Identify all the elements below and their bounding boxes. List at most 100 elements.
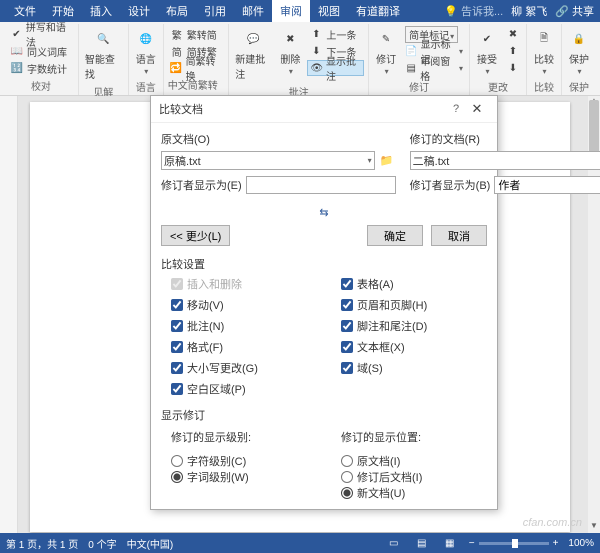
checkbox[interactable]	[171, 362, 183, 374]
radio-input[interactable]	[341, 487, 353, 499]
check-文本框(X)[interactable]: 文本框(X)	[341, 339, 487, 355]
convert-icon: 繁	[170, 27, 184, 41]
compare-settings-right: 表格(A) 页眉和页脚(H) 脚注和尾注(D) 文本框(X) 域(S)	[331, 276, 487, 397]
check-大小写更改(G)[interactable]: 大小写更改(G)	[171, 360, 317, 376]
checkbox[interactable]	[171, 299, 183, 311]
print-layout-button[interactable]: ▤	[413, 536, 431, 550]
spelling-button[interactable]: ✔拼写和语法	[8, 26, 74, 42]
sc-tc-convert-button[interactable]: 🔁简繁转换	[168, 60, 225, 76]
tab-insert[interactable]: 插入	[82, 0, 120, 22]
radio-字词级别(W)[interactable]: 字词级别(W)	[171, 469, 317, 485]
smart-lookup-button[interactable]: 🔍 智能查找	[83, 26, 124, 83]
radio-input[interactable]	[171, 471, 183, 483]
revised-reviser-input[interactable]	[494, 176, 600, 194]
browse-original-button[interactable]: 📁	[378, 152, 396, 170]
radio-修订后文档(I)[interactable]: 修订后文档(I)	[341, 469, 487, 485]
compare-button[interactable]: 🗎 比较▾	[531, 26, 557, 78]
radio-input[interactable]	[171, 455, 183, 467]
radio-input[interactable]	[341, 471, 353, 483]
revised-doc-dropdown[interactable]: 二稿.txt▾	[410, 151, 600, 170]
swap-icon: ⇆	[319, 207, 328, 219]
check-label: 大小写更改(G)	[187, 360, 258, 376]
web-layout-button[interactable]: ▦	[441, 536, 459, 550]
chevron-down-icon: ▾	[542, 67, 546, 76]
check-批注(N)[interactable]: 批注(N)	[171, 318, 317, 334]
checkbox[interactable]	[171, 341, 183, 353]
status-wordcount[interactable]: 0 个字	[88, 536, 116, 551]
accept-button[interactable]: ✔ 接受▾	[474, 26, 500, 78]
wordcount-button[interactable]: 🔢字数统计	[8, 60, 74, 76]
checkbox[interactable]	[341, 299, 353, 311]
radio-原文档(I)[interactable]: 原文档(I)	[341, 453, 487, 469]
status-language[interactable]: 中文(中国)	[127, 536, 174, 551]
less-button[interactable]: << 更少(L)	[161, 225, 230, 246]
read-mode-button[interactable]: ▭	[385, 536, 403, 550]
checkbox[interactable]	[341, 320, 353, 332]
tab-layout[interactable]: 布局	[158, 0, 196, 22]
radio-新文档(U)[interactable]: 新文档(U)	[341, 485, 487, 501]
zoom-thumb[interactable]	[512, 539, 518, 548]
close-button[interactable]: ✕	[465, 101, 489, 117]
radio-label: 字词级别(W)	[187, 469, 249, 485]
prev-change-button[interactable]: ⬆	[504, 43, 522, 59]
cancel-button[interactable]: 取消	[431, 225, 487, 246]
check-label: 插入和删除	[187, 276, 242, 292]
pencil-icon: ✎	[375, 28, 397, 50]
check-脚注和尾注(D)[interactable]: 脚注和尾注(D)	[341, 318, 487, 334]
zoom-track[interactable]	[479, 542, 549, 545]
reject-button[interactable]: ✖	[504, 26, 522, 42]
delete-comment-button[interactable]: ✖ 删除▾	[277, 26, 303, 78]
checkbox[interactable]	[341, 341, 353, 353]
track-changes-button[interactable]: ✎ 修订▾	[373, 26, 399, 78]
new-comment-button[interactable]: 💬 新建批注	[233, 26, 273, 83]
help-button[interactable]: ?	[447, 103, 465, 115]
zoom-value[interactable]: 100%	[568, 538, 594, 549]
checkbox[interactable]	[341, 278, 353, 290]
original-reviser-input[interactable]	[246, 176, 396, 194]
prev-comment-button[interactable]: ⬆上一条	[307, 26, 364, 42]
user-name[interactable]: 柳 絮飞	[511, 3, 547, 19]
swap-docs-button[interactable]: ⇆	[161, 206, 487, 219]
check-格式(F)[interactable]: 格式(F)	[171, 339, 317, 355]
check-表格(A)[interactable]: 表格(A)	[341, 276, 487, 292]
revision-position-label: 修订的显示位置:	[341, 429, 487, 445]
tab-design[interactable]: 设计	[120, 0, 158, 22]
group-label-changes: 更改	[488, 78, 508, 96]
compare-settings-left: 插入和删除移动(V) 批注(N) 格式(F) 大小写更改(G) 空白区域(P)	[161, 276, 317, 397]
group-insights: 🔍 智能查找 见解	[79, 24, 129, 95]
check-页眉和页脚(H)[interactable]: 页眉和页脚(H)	[341, 297, 487, 313]
ok-button[interactable]: 确定	[367, 225, 423, 246]
language-button[interactable]: 🌐 语言▾	[133, 26, 159, 78]
zoom-in-button[interactable]: +	[553, 538, 559, 549]
zoom-out-button[interactable]: −	[469, 538, 475, 549]
tab-mailings[interactable]: 邮件	[234, 0, 272, 22]
thesaurus-button[interactable]: 📖同义词库	[8, 43, 74, 59]
chevron-down-icon: ▾	[485, 67, 489, 76]
original-doc-dropdown[interactable]: 原稿.txt▾	[161, 151, 375, 170]
check-空白区域(P)[interactable]: 空白区域(P)	[171, 381, 317, 397]
tab-review[interactable]: 审阅	[272, 0, 310, 22]
tab-youdao[interactable]: 有道翻译	[348, 0, 408, 22]
tab-view[interactable]: 视图	[310, 0, 348, 22]
checkbox[interactable]	[171, 383, 183, 395]
check-移动(V)[interactable]: 移动(V)	[171, 297, 317, 313]
review-pane-button[interactable]: ▤审阅窗格▾	[403, 60, 465, 76]
checkbox[interactable]	[171, 320, 183, 332]
zoom-slider[interactable]: − +	[469, 538, 559, 549]
tab-references[interactable]: 引用	[196, 0, 234, 22]
radio-input[interactable]	[341, 455, 353, 467]
sc-to-tc-button[interactable]: 繁繁转简	[168, 26, 225, 42]
tell-me[interactable]: 💡告诉我...	[444, 3, 503, 19]
check-域(S)[interactable]: 域(S)	[341, 360, 487, 376]
status-page[interactable]: 第 1 页，共 1 页	[6, 536, 78, 551]
next-change-button[interactable]: ⬇	[504, 60, 522, 76]
protect-button[interactable]: 🔒 保护▾	[566, 26, 592, 78]
lock-icon: 🔒	[568, 28, 590, 50]
checkbox[interactable]	[341, 362, 353, 374]
scroll-down-icon[interactable]: ▼	[588, 521, 600, 533]
radio-字符级别(C)[interactable]: 字符级别(C)	[171, 453, 317, 469]
show-comments-button[interactable]: 👁显示批注	[307, 60, 364, 76]
pane-icon: ▤	[405, 61, 417, 75]
check-label: 格式(F)	[187, 339, 223, 355]
share-button[interactable]: 🔗 共享	[555, 3, 594, 19]
